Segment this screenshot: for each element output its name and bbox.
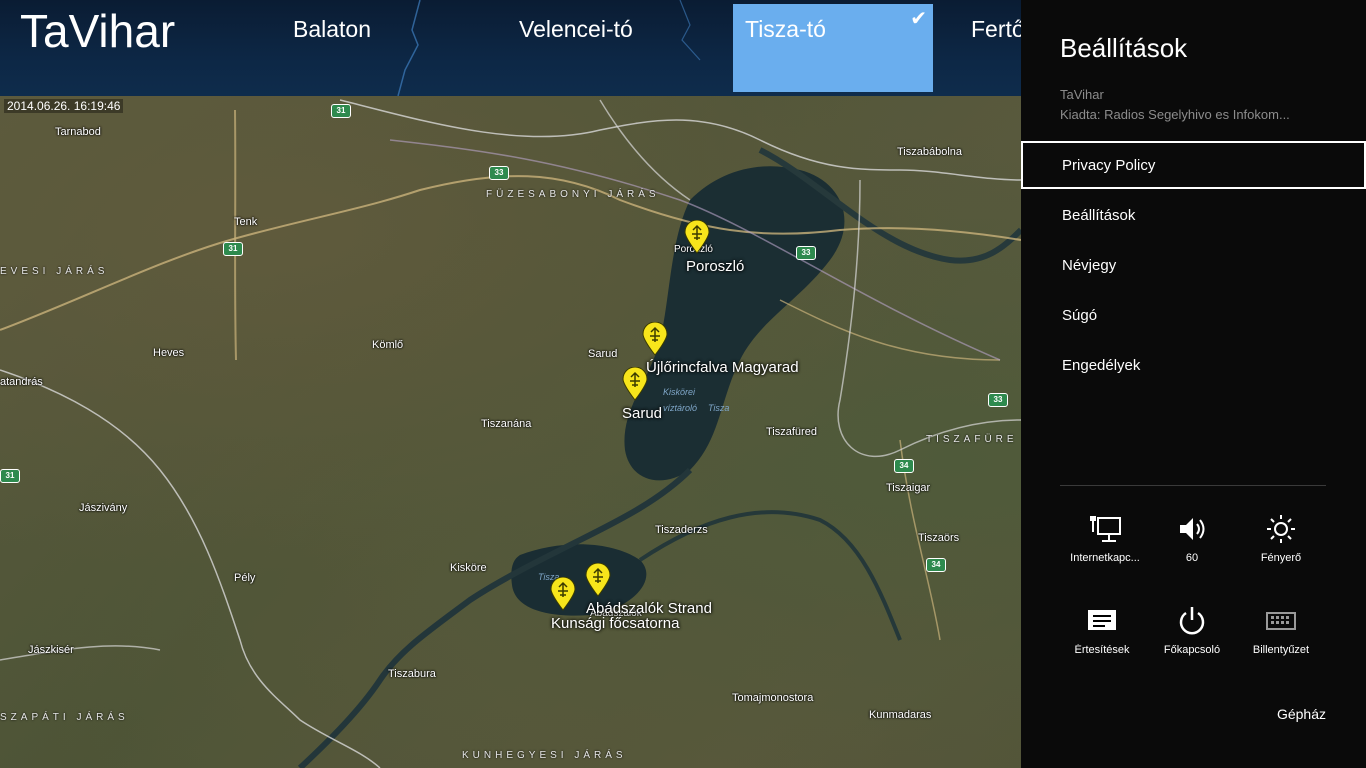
water-label: Tisza [708, 403, 730, 413]
power-button[interactable]: Főkapcsoló [1147, 606, 1237, 676]
district-label: KUNHEGYESI JÁRÁS [462, 750, 627, 761]
station-label[interactable]: Sarud [622, 405, 662, 422]
change-pc-settings-link[interactable]: Gépház [1277, 706, 1326, 722]
town-label: Jászivány [79, 502, 128, 514]
weather-station-pin[interactable] [550, 576, 576, 611]
district-label: TISZAFÜRE [926, 434, 1018, 445]
app-title: TaVihar [20, 5, 176, 57]
volume-icon [1180, 518, 1205, 540]
district-label: FÜZESABONYI JÁRÁS [486, 189, 660, 200]
district-label: EVESI JÁRÁS [0, 266, 109, 277]
volume-button[interactable]: 60 [1147, 514, 1237, 584]
town-label: Sarud [588, 348, 618, 360]
road-number: 31 [0, 469, 20, 483]
settings-item-engedelyek[interactable]: Engedélyek [1021, 341, 1366, 389]
town-label: Pély [234, 572, 256, 584]
power-icon [1179, 607, 1205, 635]
road-number: 34 [926, 558, 946, 572]
quick-setting-label: Értesítések [1074, 644, 1130, 656]
town-label: Tiszafüred [766, 426, 817, 438]
checkmark-icon: ✔ [910, 8, 927, 30]
settings-charm: Beállítások TaVihar Kiadta: Radios Segel… [1021, 0, 1366, 768]
settings-app-name: TaVihar [1060, 87, 1104, 102]
town-label: Tomajmonostora [732, 692, 814, 704]
settings-item-beallitasok[interactable]: Beállítások [1021, 191, 1366, 239]
weather-station-pin[interactable] [585, 562, 611, 597]
water-label: víztároló [663, 403, 698, 413]
quick-setting-label: 60 [1185, 552, 1199, 564]
road-number: 33 [796, 246, 816, 260]
town-label: Tenk [234, 216, 258, 228]
water-label: Kiskörei [663, 387, 696, 397]
town-label: atandrás [0, 376, 43, 388]
keyboard-icon [1266, 612, 1296, 630]
town-label: Kisköre [450, 562, 487, 574]
tab-tisza-to[interactable]: Tisza-tó ✔ [733, 4, 933, 92]
station-label[interactable]: Újlőrincfalva Magyarad [646, 359, 799, 376]
brightness-button[interactable]: Fényerő [1236, 514, 1326, 584]
network-icon [1090, 516, 1121, 542]
tab-velencei-to[interactable]: Velencei-tó [507, 4, 707, 92]
town-label: Tiszanána [481, 418, 532, 430]
settings-item-nevjegy[interactable]: Névjegy [1021, 241, 1366, 289]
tab-ferto[interactable]: Fertő [959, 4, 1021, 92]
brightness-icon [1267, 515, 1295, 543]
town-label: Tiszaigar [886, 482, 931, 494]
weather-station-pin[interactable] [622, 366, 648, 401]
settings-publisher: Kiadta: Radios Segelyhivo es Infokom... [1060, 107, 1290, 122]
weather-station-pin[interactable] [684, 219, 710, 254]
town-label: Heves [153, 347, 185, 359]
tab-label: Fertő [971, 16, 1021, 42]
station-label[interactable]: Kunsági főcsatorna [551, 615, 679, 632]
district-label: SZAPÁTI JÁRÁS [0, 712, 129, 723]
notifications-button[interactable]: Értesítések [1057, 606, 1147, 676]
map-overlay [0, 99, 1021, 768]
road-number: 33 [988, 393, 1008, 407]
settings-item-sugo[interactable]: Súgó [1021, 291, 1366, 339]
quick-setting-label: Főkapcsoló [1163, 644, 1221, 656]
station-label[interactable]: Poroszló [686, 258, 744, 275]
quick-setting-label: Internetkapc... [1070, 552, 1140, 564]
road-number: 34 [894, 459, 914, 473]
town-label: Kunmadaras [869, 709, 932, 721]
quick-setting-label: Fényerő [1260, 552, 1302, 564]
settings-divider [1060, 485, 1326, 486]
keyboard-button[interactable]: Billentyűzet [1236, 606, 1326, 676]
tab-label: Velencei-tó [519, 16, 633, 42]
quick-setting-label: Billentyűzet [1252, 644, 1310, 656]
town-label: Jászkisér [28, 644, 74, 656]
road-number: 31 [223, 242, 243, 256]
town-label: Tarnabod [55, 126, 101, 138]
town-label: Tiszabura [388, 668, 436, 680]
settings-title: Beállítások [1060, 33, 1188, 63]
map-timestamp: 2014.06.26. 16:19:46 [4, 99, 124, 113]
tab-label: Balaton [293, 16, 372, 42]
notifications-icon [1088, 610, 1116, 630]
tab-balaton[interactable]: Balaton [281, 4, 481, 92]
town-label: Tiszabábolna [897, 146, 963, 158]
town-label: Kömlő [372, 339, 404, 351]
town-label: Tiszaderzs [655, 524, 708, 536]
town-label: Tiszaörs [918, 532, 960, 544]
road-number: 31 [331, 104, 351, 118]
tab-label: Tisza-tó [745, 16, 826, 42]
road-number: 33 [489, 166, 509, 180]
network-button[interactable]: Internetkapc... [1060, 514, 1150, 584]
settings-item-privacy-policy[interactable]: Privacy Policy [1021, 141, 1366, 189]
weather-station-pin[interactable] [642, 321, 668, 356]
app-header: TaVihar Balaton Velencei-tó Tisza-tó ✔ F… [0, 0, 1021, 96]
